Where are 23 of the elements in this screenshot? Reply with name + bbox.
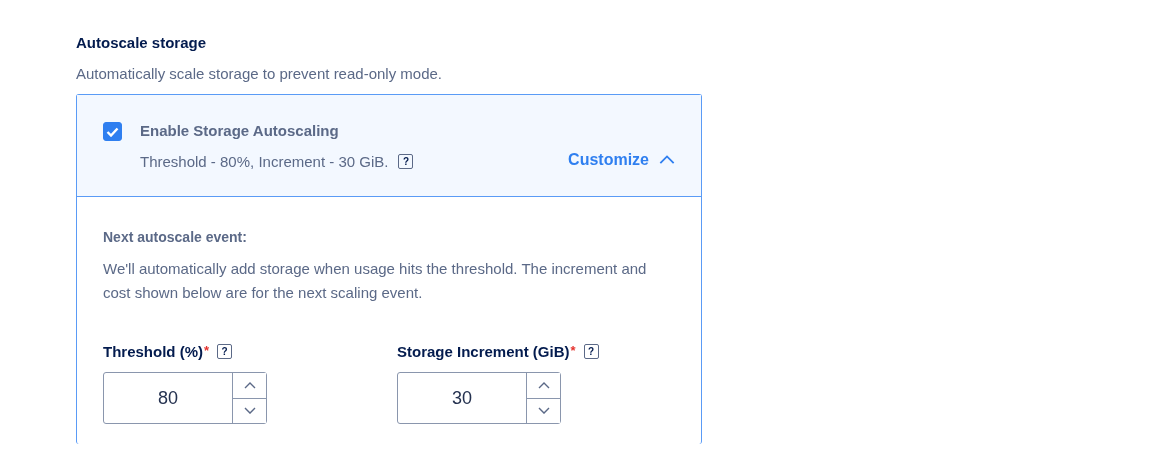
increment-button[interactable] [527,373,560,399]
chevron-up-icon [537,381,550,389]
number-stepper[interactable]: 80 [103,372,267,424]
section-title: Autoscale storage [76,34,208,51]
checkbox[interactable] [103,122,122,141]
help-icon[interactable]: ? [217,344,233,359]
increment-button[interactable] [233,373,266,399]
help-icon[interactable]: ? [398,154,414,169]
number-stepper[interactable]: 30 [397,372,561,424]
next-event-title: Next autoscale event: [103,229,248,245]
chevron-icon [659,155,675,165]
next-event-description: We'll automatically add storage when usage hits the threshold. The increment and cost shown below are for the next scaling event. [103,259,648,303]
check-icon [106,126,119,137]
field-label: Storage Increment (GiB)* [397,343,576,360]
help-icon[interactable]: ? [583,344,599,359]
section-description: Automatically scale storage to prevent read-only mode. [76,65,444,82]
chevron-down-icon [243,407,256,415]
checkbox-label: Enable Storage Autoscaling [140,122,340,139]
autoscale-summary: Threshold - 80%, Increment - 30 GiB. [140,153,389,170]
customize-toggle[interactable]: Customize [568,151,675,169]
chevron-up-icon [243,381,256,389]
chevron-down-icon [537,407,550,415]
field-label: Threshold (%)* [103,343,210,360]
